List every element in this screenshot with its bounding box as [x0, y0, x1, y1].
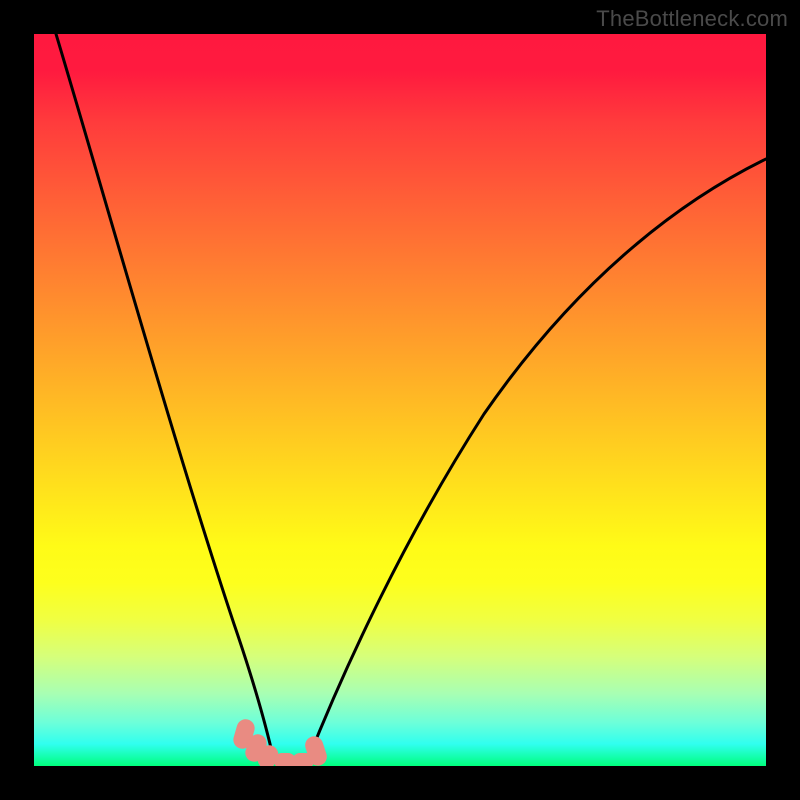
chart-plot-area [34, 34, 766, 766]
chart-curves-svg [34, 34, 766, 766]
watermark-text: TheBottleneck.com [596, 6, 788, 32]
floor-markers-group [231, 717, 329, 766]
curve-left-branch [56, 34, 274, 761]
curve-right-branch [307, 159, 766, 762]
chart-frame: TheBottleneck.com [0, 0, 800, 800]
